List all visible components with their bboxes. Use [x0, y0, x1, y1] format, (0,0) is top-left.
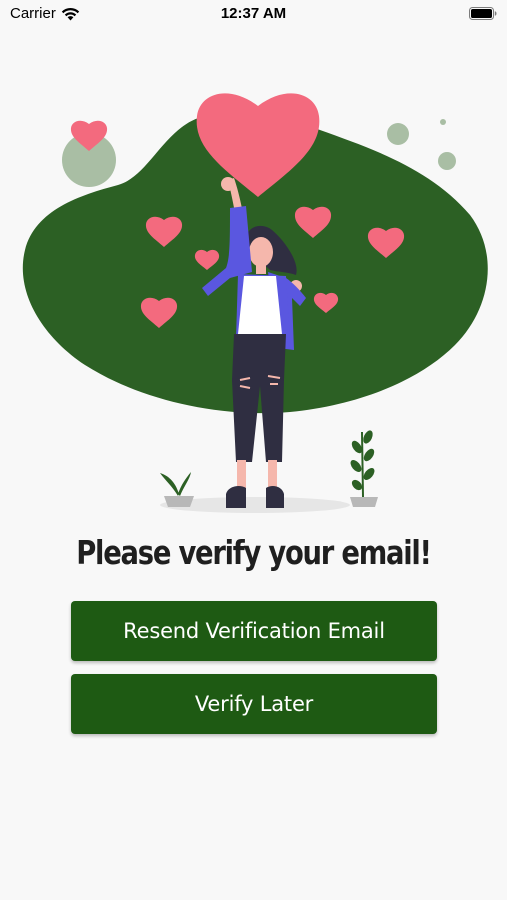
- verify-later-button[interactable]: Verify Later: [71, 674, 437, 734]
- plant-right: [350, 430, 378, 507]
- verify-email-heading: Please verify your email!: [76, 533, 432, 572]
- status-time: 12:37 AM: [220, 5, 287, 22]
- status-bar: Carrier 12:37 AM: [0, 0, 507, 30]
- resend-verification-button[interactable]: Resend Verification Email: [71, 601, 437, 661]
- woman-with-hearts-illustration: [22, 93, 488, 513]
- plant-left: [160, 472, 194, 507]
- decor-circle-medium: [387, 123, 409, 145]
- battery-icon: [469, 7, 497, 20]
- decor-circle-small: [438, 152, 456, 170]
- verify-later-label: Verify Later: [194, 692, 314, 716]
- resend-verification-label: Resend Verification Email: [123, 619, 385, 643]
- decor-circle-tiny: [440, 119, 446, 125]
